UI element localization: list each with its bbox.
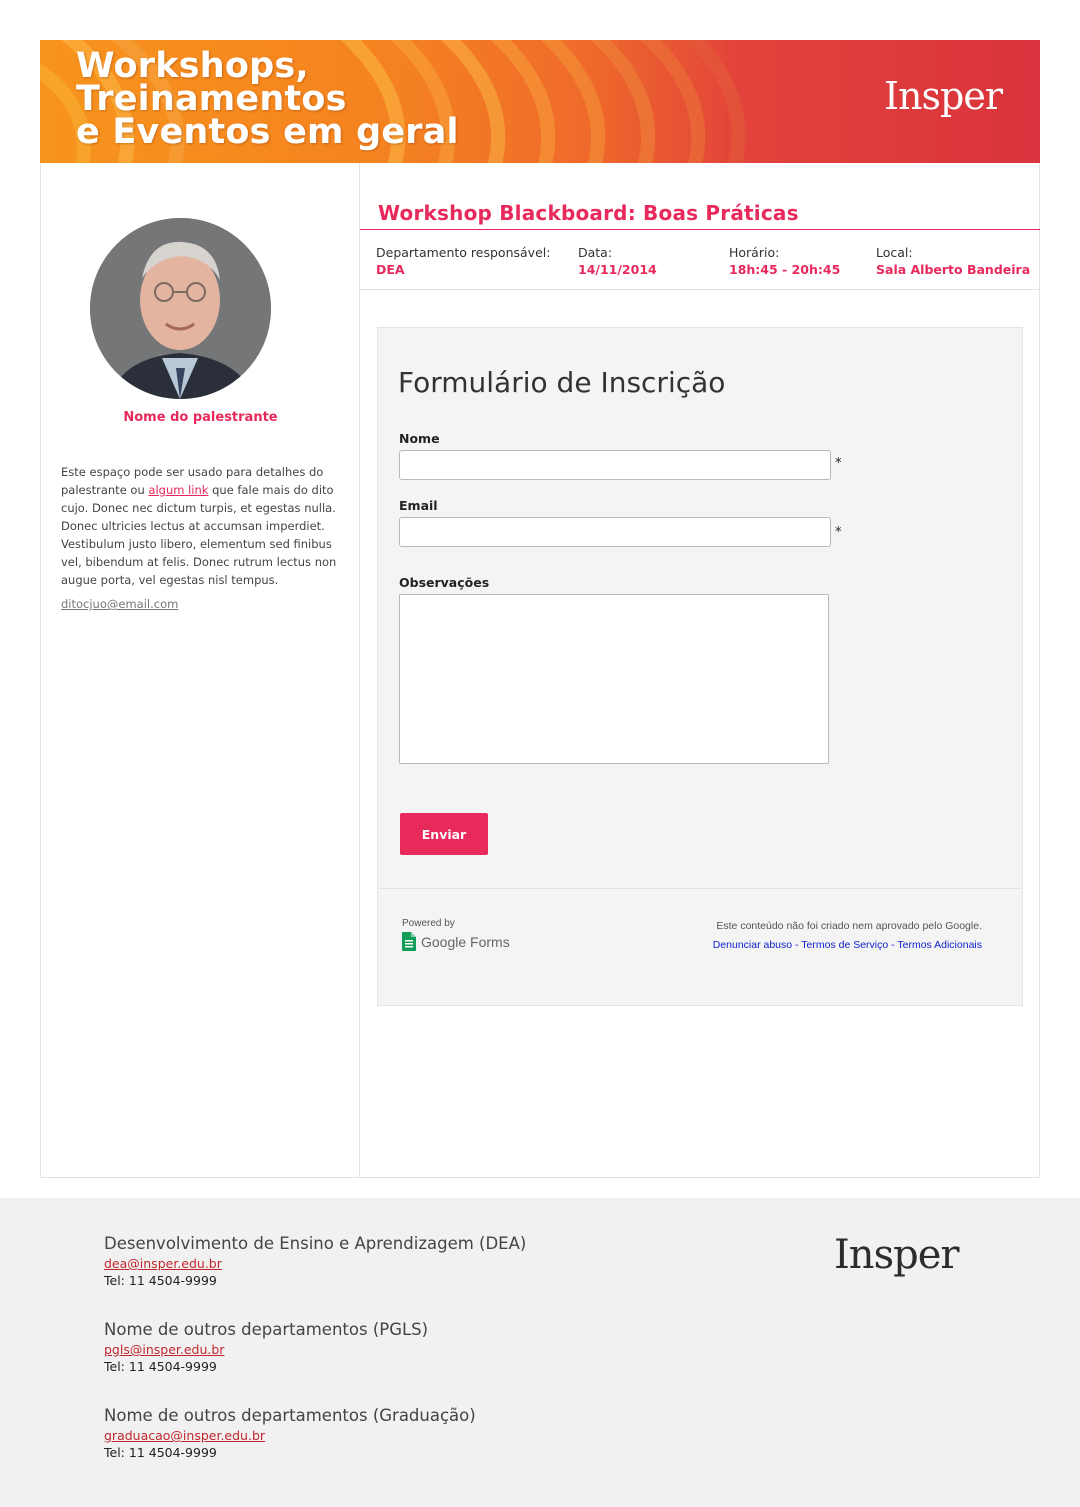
meta-value: Sala Alberto Bandeira xyxy=(876,262,1031,277)
terms-of-service-link[interactable]: Termos de Serviço xyxy=(801,939,888,951)
notes-label: Observações xyxy=(399,575,490,590)
meta-location: Local: Sala Alberto Bandeira xyxy=(876,245,1030,277)
department-phone: Tel: 11 4504-9999 xyxy=(104,1273,217,1288)
department-phone: Tel: 11 4504-9999 xyxy=(104,1445,217,1460)
google-forms-icon xyxy=(402,932,416,951)
google-forms-brand[interactable]: Google Forms xyxy=(402,932,510,951)
footer-insper-logo: Insper xyxy=(834,1232,959,1278)
meta-date: Data: 14/11/2014 xyxy=(578,245,657,277)
event-title: Workshop Blackboard: Boas Práticas xyxy=(378,201,799,225)
meta-value: DEA xyxy=(376,262,405,277)
speaker-email-link[interactable]: ditocjuo@email.com xyxy=(61,597,178,611)
department-name: Nome de outros departamentos (PGLS) xyxy=(104,1320,429,1339)
title-divider xyxy=(360,229,1040,230)
meta-department: Departamento responsável: DEA xyxy=(376,245,550,277)
department-name: Nome de outros departamentos (Graduação) xyxy=(104,1406,476,1425)
meta-value: 14/11/2014 xyxy=(578,262,657,277)
banner-title-line: e Eventos em geral xyxy=(76,112,459,152)
header-banner: Workshops, Treinamentos e Eventos em ger… xyxy=(40,40,1040,163)
meta-value: 18h:45 - 20h:45 xyxy=(729,262,841,277)
page-footer: Desenvolvimento de Ensino e Aprendizagem… xyxy=(0,1198,1080,1507)
meta-time: Horário: 18h:45 - 20h:45 xyxy=(729,245,840,277)
footer-department: Desenvolvimento de Ensino e Aprendizagem… xyxy=(104,1234,526,1288)
name-label: Nome xyxy=(399,431,440,446)
disclaimer-links: Denunciar abuso - Termos de Serviço - Te… xyxy=(713,939,982,951)
speaker-avatar xyxy=(90,218,271,399)
form-title: Formulário de Inscrição xyxy=(398,366,726,399)
notes-textarea[interactable] xyxy=(399,594,829,764)
department-phone: Tel: 11 4504-9999 xyxy=(104,1359,217,1374)
powered-by-text: Powered by xyxy=(402,918,455,929)
link-separator: - xyxy=(792,939,802,951)
speaker-bio-link[interactable]: algum link xyxy=(148,483,208,497)
insper-logo: Insper xyxy=(884,74,1003,118)
report-abuse-link[interactable]: Denunciar abuso xyxy=(713,939,792,951)
speaker-sidebar: Nome do palestrante Este espaço pode ser… xyxy=(41,163,360,1177)
powered-by-google-forms: Powered by Google Forms xyxy=(402,918,510,951)
required-mark: * xyxy=(835,456,842,471)
speaker-photo-icon xyxy=(90,218,271,399)
footer-department: Nome de outros departamentos (Graduação)… xyxy=(104,1406,476,1460)
additional-terms-link[interactable]: Termos Adicionais xyxy=(897,939,982,951)
google-disclaimer: Este conteúdo não foi criado nem aprovad… xyxy=(713,920,982,951)
content-frame: Nome do palestrante Este espaço pode ser… xyxy=(40,163,1040,1178)
required-mark: * xyxy=(835,525,842,540)
speaker-bio-text: que fale mais do dito cujo. Donec nec di… xyxy=(61,483,337,587)
google-forms-label: Google Forms xyxy=(421,933,510,950)
submit-button[interactable]: Enviar xyxy=(400,813,488,855)
form-footer-divider xyxy=(378,888,1022,889)
meta-label: Data: xyxy=(578,245,613,260)
meta-label: Local: xyxy=(876,245,913,260)
speaker-name: Nome do palestrante xyxy=(123,410,278,425)
department-email-link[interactable]: pgls@insper.edu.br xyxy=(104,1342,428,1357)
event-main: Workshop Blackboard: Boas Práticas Depar… xyxy=(360,163,1040,1177)
email-label: Email xyxy=(399,498,438,513)
department-name: Desenvolvimento de Ensino e Aprendizagem… xyxy=(104,1234,527,1253)
footer-department: Nome de outros departamentos (PGLS) pgls… xyxy=(104,1320,428,1374)
meta-divider xyxy=(360,289,1040,290)
meta-label: Departamento responsável: xyxy=(376,245,551,260)
banner-title: Workshops, Treinamentos e Eventos em ger… xyxy=(76,49,459,152)
email-input[interactable] xyxy=(399,517,831,547)
meta-label: Horário: xyxy=(729,245,780,260)
registration-form: Formulário de Inscrição Nome * Email * O… xyxy=(377,327,1023,1006)
link-separator: - xyxy=(888,939,898,951)
department-email-link[interactable]: graduacao@insper.edu.br xyxy=(104,1428,476,1443)
speaker-bio: Este espaço pode ser usado para detalhes… xyxy=(61,463,341,589)
name-input[interactable] xyxy=(399,450,831,480)
disclaimer-text: Este conteúdo não foi criado nem aprovad… xyxy=(716,920,982,932)
department-email-link[interactable]: dea@insper.edu.br xyxy=(104,1256,526,1271)
